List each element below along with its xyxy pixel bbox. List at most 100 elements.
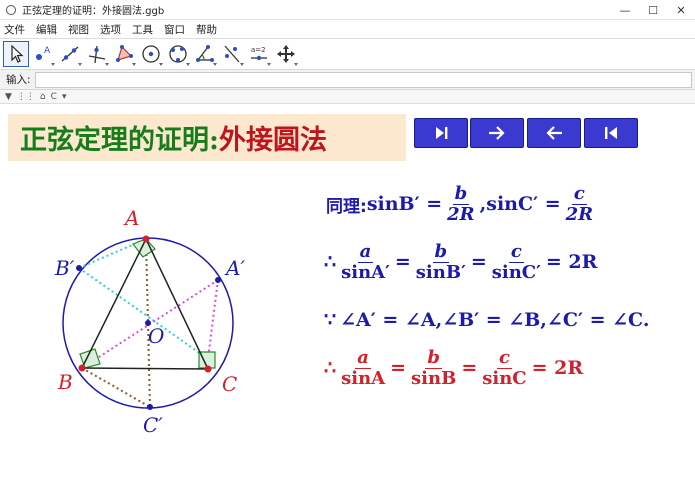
eq2-equals-1: = — [394, 251, 411, 274]
eq2-fraction-1: a sinA′ — [339, 242, 392, 283]
view-style-icon[interactable]: C — [51, 92, 57, 102]
eq4-frac2-denominator: sinB — [411, 367, 457, 389]
equation-line-2: ∴ a sinA′ = b sinB′ = c sinC′ = 2R — [324, 242, 597, 283]
label-a-prime: A′ — [226, 256, 245, 280]
menu-bar: 文件 编辑 视图 选项 工具 窗口 帮助 — [0, 20, 695, 38]
tool-bar: A a=2 — [0, 38, 695, 70]
maximize-button[interactable]: ☐ — [639, 0, 667, 20]
input-field[interactable] — [34, 71, 692, 88]
perpendicular-line-icon — [88, 45, 106, 64]
circle-tool-button[interactable] — [138, 41, 164, 67]
eq2-tail: = 2R — [545, 251, 598, 274]
geometry-figure — [62, 235, 234, 410]
eq1-prefix: 同理: — [326, 196, 367, 217]
eq4-fraction-2: b sinB — [409, 348, 458, 389]
graphics-view[interactable]: 正弦定理的证明: 外接圆法 A B C B′ A′ C′ O 同理: sinB′… — [0, 104, 695, 500]
label-b-prime: B′ — [55, 256, 75, 280]
eq4-frac1-numerator: a — [355, 347, 371, 369]
point-b[interactable] — [78, 364, 86, 372]
eq2-frac2-denominator: sinB′ — [415, 261, 466, 283]
move-arrows-icon — [277, 45, 295, 63]
angle-icon — [196, 45, 214, 62]
home-view-icon[interactable]: ⌂ — [40, 92, 46, 102]
eq2-fraction-2: b sinB′ — [414, 242, 468, 283]
label-o: O — [148, 324, 165, 348]
menu-tools[interactable]: 工具 — [132, 22, 153, 37]
reflect-line-icon — [224, 45, 240, 63]
eq2-frac3-denominator: sinC′ — [491, 261, 541, 283]
eq4-equals-1: = — [390, 357, 407, 380]
close-button[interactable]: ✕ — [667, 0, 695, 20]
tool-dropdown-indicator — [105, 63, 109, 66]
label-b: B — [58, 370, 73, 394]
menu-file[interactable]: 文件 — [4, 22, 25, 37]
reflect-tool-button[interactable] — [219, 41, 245, 67]
tool-dropdown-indicator — [78, 63, 82, 66]
line-icon — [61, 46, 79, 62]
diameter-b-bprime — [78, 267, 209, 360]
point-c-prime[interactable] — [147, 404, 153, 410]
menu-window[interactable]: 窗口 — [164, 22, 185, 37]
slider-icon: a=2 — [251, 46, 267, 61]
window-title: 正弦定理的证明：外接圆法.ggb — [22, 6, 165, 17]
point-b-prime[interactable] — [76, 265, 82, 271]
eq1-frac2-denominator: 2R — [565, 203, 594, 225]
eq4-fraction-3: c sinC — [480, 348, 528, 389]
tool-dropdown-indicator — [159, 63, 163, 66]
label-a: A — [125, 206, 140, 230]
angle-tool-button[interactable] — [192, 41, 218, 67]
svg-text:A: A — [44, 46, 51, 56]
window-titlebar: 正弦定理的证明：外接圆法.ggb — ☐ ✕ — [0, 0, 695, 20]
equation-line-3: ∵ ∠A′ = ∠A,∠B′ = ∠B,∠C′ = ∠C. — [324, 309, 649, 331]
eq4-therefore: ∴ — [324, 357, 337, 380]
polygon-icon — [116, 45, 133, 62]
eq2-frac1-denominator: sinA′ — [341, 261, 390, 283]
window-controls: — ☐ ✕ — [611, 0, 695, 20]
eq4-frac1-denominator: sinA — [341, 367, 386, 389]
eq4-frac2-numerator: b — [425, 347, 442, 369]
eq2-equals-2: = — [470, 251, 487, 274]
input-bar: 输入: — [0, 70, 695, 90]
eq1-fraction-2: c 2R — [564, 184, 595, 225]
menu-view[interactable]: 视图 — [68, 22, 89, 37]
triangle-abc[interactable] — [80, 237, 210, 370]
graphics-view-bar: ▼ ⋮⋮ ⌂ C ▾ — [0, 90, 695, 104]
eq2-frac3-numerator: c — [508, 241, 524, 263]
tool-dropdown-indicator — [267, 63, 271, 66]
minimize-button[interactable]: — — [611, 0, 639, 20]
view-menu-triangle-icon[interactable]: ▼ — [5, 92, 12, 102]
slider-tool-button[interactable]: a=2 — [246, 41, 272, 67]
menu-edit[interactable]: 编辑 — [36, 22, 57, 37]
input-label: 输入: — [6, 74, 31, 86]
tool-dropdown-indicator — [51, 63, 55, 66]
cursor-arrow-icon — [11, 44, 24, 63]
point-tool-button[interactable]: A — [30, 41, 56, 67]
eq1-lhs: sinB′ = — [366, 193, 443, 216]
equation-line-1: 同理: sinB′ = b 2R ,sinC′ = c 2R — [326, 184, 598, 225]
point-a-prime[interactable] — [215, 277, 221, 283]
menu-options[interactable]: 选项 — [100, 22, 121, 37]
eq4-equals-2: = — [461, 357, 478, 380]
tool-dropdown-indicator — [132, 63, 136, 66]
view-dropdown-icon[interactable]: ▾ — [62, 92, 67, 102]
move-tool-button[interactable] — [3, 41, 29, 67]
eq2-therefore: ∴ — [324, 251, 337, 274]
eq4-fraction-1: a sinA — [339, 348, 387, 389]
tool-dropdown-indicator — [213, 63, 217, 66]
eq2-frac2-numerator: b — [432, 241, 450, 263]
move-graphics-view-tool-button[interactable] — [273, 41, 299, 67]
circle-three-points-icon — [169, 45, 187, 63]
point-icon: A — [36, 46, 51, 60]
circle-three-points-tool-button[interactable] — [165, 41, 191, 67]
eq4-frac3-denominator: sinC — [482, 367, 527, 389]
geogebra-app-icon — [6, 4, 16, 15]
polygon-tool-button[interactable] — [111, 41, 137, 67]
point-a[interactable] — [142, 235, 150, 243]
menu-help[interactable]: 帮助 — [196, 22, 217, 37]
label-c-prime: C′ — [143, 413, 163, 437]
point-c[interactable] — [204, 365, 212, 373]
eq2-frac1-numerator: a — [357, 241, 374, 263]
eq1-frac1-numerator: b — [452, 183, 470, 205]
perpendicular-line-tool-button[interactable] — [84, 41, 110, 67]
line-tool-button[interactable] — [57, 41, 83, 67]
